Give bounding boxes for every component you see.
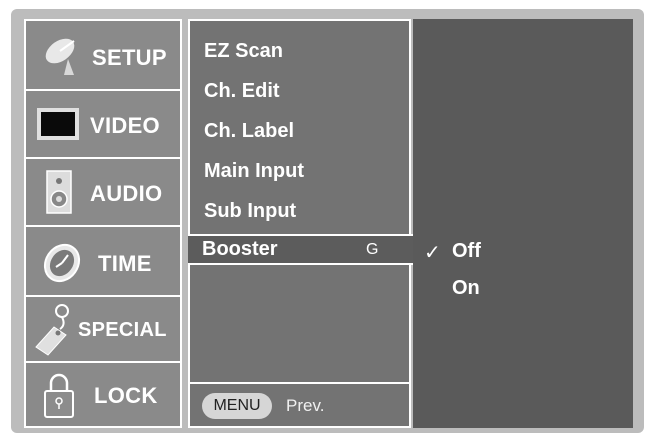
clock-icon	[40, 241, 84, 285]
menu-item-label: Booster	[202, 238, 278, 260]
padlock-icon	[42, 371, 76, 419]
setup-menu-panel: EZ Scan Ch. Edit Ch. Label Main Input Su…	[188, 19, 411, 428]
sidebar-item-label: SETUP	[92, 45, 167, 70]
menu-item-booster[interactable]: Booster G	[188, 234, 413, 265]
sidebar-item-label: LOCK	[94, 383, 158, 408]
menu-footer: MENU Prev.	[188, 382, 411, 428]
menu-item-ch-edit[interactable]: Ch. Edit	[204, 80, 280, 103]
options-panel	[413, 19, 633, 428]
satellite-dish-icon	[38, 33, 88, 77]
menu-item-sub-input[interactable]: Sub Input	[204, 200, 296, 223]
sidebar-item-label: SPECIAL	[78, 319, 167, 341]
prev-label: Prev.	[286, 396, 325, 415]
sidebar-item-audio[interactable]: AUDIO	[26, 159, 180, 227]
sidebar-item-time[interactable]: TIME	[26, 227, 180, 297]
option-on[interactable]: On	[452, 277, 480, 300]
sidebar-item-video[interactable]: VIDEO	[26, 91, 180, 159]
sidebar-item-label: AUDIO	[90, 181, 163, 206]
sidebar-item-lock[interactable]: LOCK	[26, 363, 180, 426]
option-off[interactable]: Off	[452, 240, 481, 263]
sidebar: SETUP VIDEO AUDIO TIME SPECIAL LOCK	[24, 19, 182, 428]
key-hint: G	[366, 241, 379, 258]
tv-screen-icon	[36, 107, 80, 141]
menu-item-main-input[interactable]: Main Input	[204, 160, 304, 183]
speaker-icon	[44, 169, 74, 215]
menu-item-ch-label[interactable]: Ch. Label	[204, 120, 294, 143]
sidebar-item-label: TIME	[98, 251, 152, 276]
key-tag-icon	[32, 301, 78, 357]
sidebar-item-label: VIDEO	[90, 113, 160, 138]
menu-button[interactable]: MENU	[202, 393, 272, 419]
menu-item-ez-scan[interactable]: EZ Scan	[204, 40, 283, 63]
sidebar-item-special[interactable]: SPECIAL	[26, 297, 180, 363]
sidebar-item-setup[interactable]: SETUP	[26, 21, 180, 91]
checkmark-icon: ✓	[424, 242, 441, 264]
